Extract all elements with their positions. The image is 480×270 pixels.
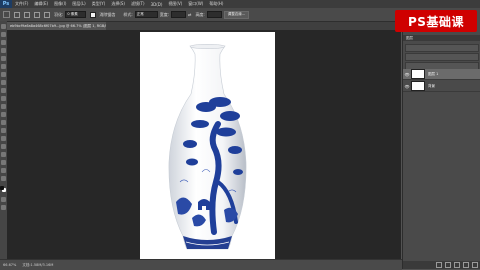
stamp-tool-icon[interactable] bbox=[1, 88, 6, 93]
add-selection-icon[interactable] bbox=[24, 11, 30, 18]
width-input[interactable] bbox=[171, 11, 187, 18]
crop-tool-icon[interactable] bbox=[1, 56, 6, 61]
antialias-checkbox[interactable] bbox=[90, 11, 97, 18]
gradient-tool-icon[interactable] bbox=[1, 112, 6, 117]
quick-mask-icon[interactable] bbox=[1, 197, 6, 202]
photoshop-logo: Ps bbox=[0, 0, 12, 8]
intersect-selection-icon[interactable] bbox=[44, 11, 50, 18]
trash-icon[interactable] bbox=[472, 262, 478, 268]
healing-tool-icon[interactable] bbox=[1, 72, 6, 77]
layer-row-1[interactable]: 👁 图层 1 bbox=[403, 69, 480, 80]
dodge-tool-icon[interactable] bbox=[1, 128, 6, 133]
screen-mode-icon[interactable] bbox=[1, 205, 6, 210]
hand-tool-icon[interactable] bbox=[1, 168, 6, 173]
document-tab[interactable]: eb9bcf9a6a8a468c6f07b9...jpg @ 66.7% (图层… bbox=[7, 22, 106, 30]
menu-filter[interactable]: 滤镜(T) bbox=[128, 1, 148, 7]
menu-window[interactable]: 窗口(W) bbox=[185, 1, 206, 7]
style-label: 样式: bbox=[123, 11, 133, 17]
visibility-eye-icon[interactable]: 👁 bbox=[403, 72, 411, 77]
layer-name: 图层 1 bbox=[428, 71, 439, 76]
canvas-area[interactable] bbox=[7, 30, 401, 259]
document-tab-bar: eb9bcf9a6a8a468c6f07b9...jpg @ 66.7% (图层… bbox=[7, 22, 401, 30]
move-tool-icon[interactable] bbox=[1, 24, 6, 29]
layer-thumbnail bbox=[411, 69, 425, 79]
menu-file[interactable]: 文件(F) bbox=[12, 1, 31, 7]
refine-edge-button[interactable]: 调整边缘... bbox=[223, 10, 250, 19]
marquee-tool-icon[interactable] bbox=[0, 10, 12, 19]
menu-select[interactable]: 选择(S) bbox=[108, 1, 128, 7]
eraser-tool-icon[interactable] bbox=[1, 104, 6, 109]
layer-row-background[interactable]: 👁 背景 bbox=[403, 81, 480, 92]
layer-name: 背景 bbox=[428, 83, 435, 88]
mask-icon[interactable] bbox=[454, 262, 460, 268]
fx-icon[interactable] bbox=[445, 262, 451, 268]
zoom-level[interactable]: 66.67% bbox=[0, 263, 19, 267]
subtract-selection-icon[interactable] bbox=[34, 11, 40, 18]
document-canvas[interactable] bbox=[140, 32, 275, 259]
layer-thumbnail bbox=[411, 81, 425, 91]
document-info: 文档:1.58M/3.16M bbox=[22, 262, 54, 267]
menu-image[interactable]: 图像(I) bbox=[51, 1, 69, 7]
lasso-tool-icon[interactable] bbox=[1, 40, 6, 45]
status-bar: 66.67% 文档:1.58M/3.16M bbox=[0, 259, 402, 270]
visibility-eye-icon[interactable]: 👁 bbox=[403, 84, 411, 89]
vase-image bbox=[168, 44, 247, 250]
layer-filter-row[interactable] bbox=[405, 44, 479, 52]
layers-controls bbox=[403, 43, 480, 70]
blend-mode-row[interactable] bbox=[405, 53, 479, 61]
link-layers-icon[interactable] bbox=[436, 262, 442, 268]
blur-tool-icon[interactable] bbox=[1, 120, 6, 125]
swap-icon[interactable]: ⇄ bbox=[186, 12, 193, 17]
height-label: 高度: bbox=[195, 11, 205, 17]
quick-select-tool-icon[interactable] bbox=[1, 48, 6, 53]
antialias-label: 消除锯齿 bbox=[99, 11, 116, 17]
pen-tool-icon[interactable] bbox=[1, 136, 6, 141]
menu-bar: Ps 文件(F) 编辑(E) 图像(I) 图层(L) 类型(Y) 选择(S) 滤… bbox=[0, 0, 480, 8]
new-layer-icon[interactable] bbox=[463, 262, 469, 268]
history-brush-tool-icon[interactable] bbox=[1, 96, 6, 101]
menu-help[interactable]: 帮助(H) bbox=[206, 1, 226, 7]
type-tool-icon[interactable] bbox=[1, 144, 6, 149]
foreground-color-swatch[interactable] bbox=[0, 186, 4, 190]
menu-layer[interactable]: 图层(L) bbox=[69, 1, 88, 7]
marquee-tool-icon[interactable] bbox=[1, 32, 6, 37]
menu-type[interactable]: 类型(Y) bbox=[89, 1, 109, 7]
menu-view[interactable]: 视图(V) bbox=[165, 1, 185, 7]
menu-edit[interactable]: 编辑(E) bbox=[31, 1, 51, 7]
feather-input[interactable]: 0 像素 bbox=[65, 11, 87, 18]
layers-footer bbox=[403, 261, 480, 269]
path-select-tool-icon[interactable] bbox=[1, 152, 6, 157]
shape-tool-icon[interactable] bbox=[1, 160, 6, 165]
width-label: 宽度: bbox=[159, 11, 170, 17]
feather-label: 羽化: bbox=[54, 11, 64, 17]
layers-panel-header[interactable]: 图层 bbox=[403, 35, 480, 41]
eyedropper-tool-icon[interactable] bbox=[1, 64, 6, 69]
style-select[interactable]: 正常 bbox=[134, 11, 158, 18]
new-selection-icon[interactable] bbox=[14, 11, 20, 18]
height-input[interactable] bbox=[206, 11, 222, 18]
brush-tool-icon[interactable] bbox=[1, 80, 6, 85]
menu-3d[interactable]: 3D(D) bbox=[148, 2, 166, 7]
zoom-tool-icon[interactable] bbox=[1, 176, 6, 181]
course-badge: PS基础课 bbox=[395, 10, 477, 32]
right-panel: 图层 👁 图层 1 👁 背景 bbox=[402, 21, 480, 269]
